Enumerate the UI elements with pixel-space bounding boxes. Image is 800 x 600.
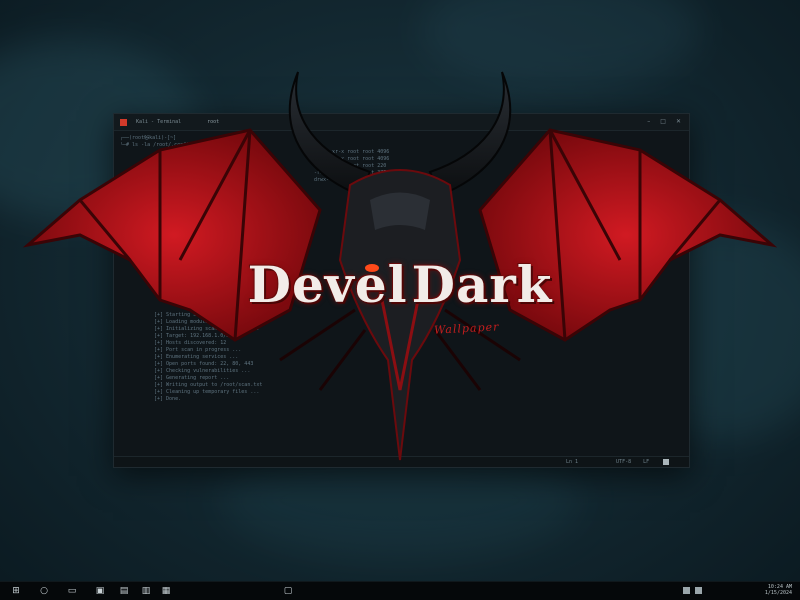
minimize-button[interactable]: – (647, 119, 650, 125)
clock-date: 1/15/2024 (764, 590, 792, 596)
status-bar: Ln 1 UTF-8 LF (114, 456, 689, 467)
start-button[interactable]: ⊞ (10, 585, 22, 597)
logo-title: DevelDark (0, 255, 800, 314)
terminal-line: drwx------ root root 4096 (314, 177, 390, 183)
terminal-line: -rw-r--r-- root root 3771 (314, 170, 390, 176)
terminal-line: [+] Done. (154, 396, 182, 402)
terminal-line: [+] Hosts discovered: 12 (154, 340, 227, 346)
window-titlebar[interactable]: Kali - Terminal root – □ ✕ (114, 114, 689, 131)
terminal-line: -rw-r--r-- root root 220 (314, 163, 387, 169)
terminal-line: [+] Initializing scanner engine ... (154, 326, 260, 332)
terminal-line: [+] Cleaning up temporary files ... (154, 389, 260, 395)
logo-title-word-1: Devel (247, 255, 408, 314)
notification-icon[interactable] (663, 459, 670, 465)
window-title: Kali - Terminal (136, 119, 182, 125)
search-button[interactable]: ○ (38, 585, 50, 597)
maximize-button[interactable]: □ (660, 119, 666, 125)
terminal-line: [+] Target: 192.168.1.0/24 (154, 333, 233, 339)
status-mode[interactable]: LF (643, 459, 649, 465)
settings-button[interactable]: ▤ (118, 585, 130, 597)
start-icon: ⊞ (12, 586, 20, 596)
terminal-line: [+] Checking vulnerabilities ... (154, 368, 251, 374)
taskbar: ⊞ ○ ▭ ▣ ▤ ▥ ▦ ▢ 10:24 AM 1/15/2024 (0, 581, 800, 600)
terminal-line: ┌──(root㉿kali)-[~] (120, 135, 177, 141)
terminal-line: drwxr-xr-x root root 4096 (314, 156, 390, 162)
tab-root[interactable]: root (207, 119, 219, 125)
terminal-line: └─# ls -la /root/.config (120, 142, 193, 148)
terminal-button[interactable]: ▣ (94, 585, 106, 597)
volume-icon[interactable] (695, 587, 702, 594)
app-button[interactable]: ▦ (160, 585, 172, 597)
terminal-line: [+] Enumerating services ... (154, 354, 239, 360)
terminal-line: [+] Open ports found: 22, 80, 443 (154, 361, 254, 367)
terminal-icon: ▣ (95, 586, 105, 596)
terminal-line: [+] Port scan in progress ... (154, 347, 242, 353)
terminal-line: [+] Generating report ... (154, 375, 230, 381)
terminal-line: [+] Writing output to /root/scan.txt (154, 382, 263, 388)
file-explorer-button[interactable]: ▭ (66, 585, 78, 597)
system-clock[interactable]: 10:24 AM 1/15/2024 (712, 584, 792, 596)
settings-icon: ▤ (119, 586, 129, 596)
network-icon[interactable] (683, 587, 690, 594)
terminal-app-icon (120, 118, 127, 126)
browser-button[interactable]: ▥ (140, 585, 152, 597)
pinned-app-button[interactable]: ▢ (282, 585, 294, 597)
pinned-app-icon: ▢ (283, 586, 293, 596)
status-encoding[interactable]: UTF-8 (616, 459, 631, 465)
browser-icon: ▥ (141, 586, 151, 596)
terminal-line: [+] Loading modules ... (154, 319, 224, 325)
smoke-swirl (420, 0, 700, 90)
close-button[interactable]: ✕ (676, 119, 681, 125)
file-explorer-icon: ▭ (67, 586, 77, 596)
status-position: Ln 1 (566, 459, 579, 465)
app-icon: ▦ (161, 586, 171, 596)
terminal-line: drwxr-xr-x root root 4096 (314, 149, 390, 155)
search-icon: ○ (40, 586, 48, 596)
logo-title-word-2: Dark (411, 255, 553, 314)
